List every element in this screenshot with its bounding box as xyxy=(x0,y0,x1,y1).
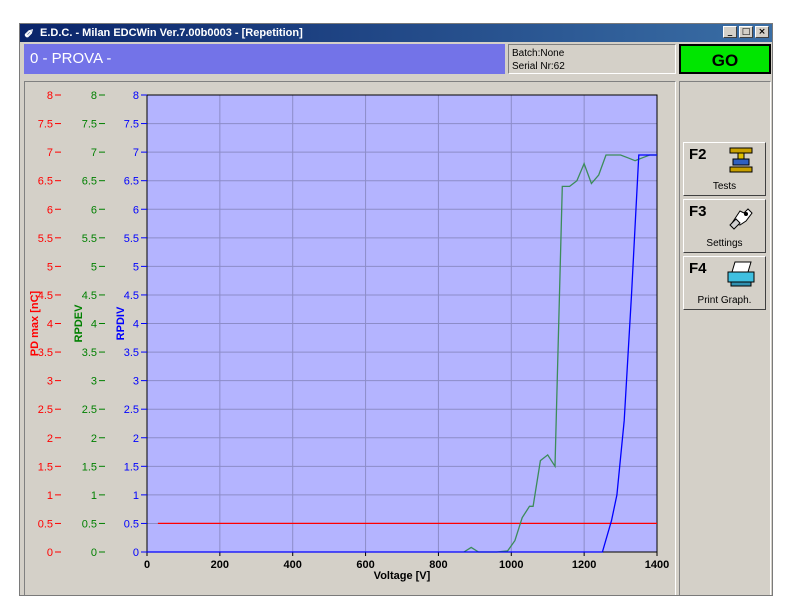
y-tick-label: 8 xyxy=(133,90,139,102)
y-tick-label: 6 xyxy=(133,204,139,216)
x-tick-label: 1200 xyxy=(572,559,596,571)
y-tick-label: 7.5 xyxy=(82,119,97,131)
x-tick-label: 400 xyxy=(284,559,302,571)
f4-print-graph-button[interactable]: F4 Print Graph. xyxy=(683,256,766,310)
f2-key-label: F2 xyxy=(689,146,707,163)
y-tick-label: 3.5 xyxy=(82,347,97,359)
y-tick-label: 4 xyxy=(91,319,97,331)
y-tick-label: 6 xyxy=(47,204,53,216)
y-tick-label: 7 xyxy=(91,147,97,159)
y-tick-label: 6.5 xyxy=(124,176,139,188)
window-controls: _ □ × xyxy=(721,26,769,40)
y-tick-label: 3.5 xyxy=(124,347,139,359)
close-button[interactable]: × xyxy=(755,26,769,38)
test-stand-icon xyxy=(729,147,753,173)
f3-caption: Settings xyxy=(706,238,743,249)
y-tick-label: 5.5 xyxy=(38,233,53,245)
y-tick-label: 0.5 xyxy=(82,518,97,530)
printer-icon xyxy=(727,261,755,287)
x-tick-label: 0 xyxy=(144,559,150,571)
y-tick-label: 0.5 xyxy=(124,518,139,530)
y-tick-label: 2.5 xyxy=(38,404,53,416)
y-tick-label: 6.5 xyxy=(82,176,97,188)
maximize-button[interactable]: □ xyxy=(739,26,753,38)
y-tick-label: 3 xyxy=(91,376,97,388)
y-tick-label: 7 xyxy=(133,147,139,159)
y-tick-label: 3 xyxy=(133,376,139,388)
f3-settings-button[interactable]: F3 Settings xyxy=(683,199,766,253)
y-tick-label: 4.5 xyxy=(82,290,97,302)
f4-caption: Print Graph. xyxy=(697,295,752,306)
window-title: E.D.C. - Milan EDCWin Ver.7.00b0003 - [R… xyxy=(40,27,303,39)
y-tick-label: 1.5 xyxy=(124,461,139,473)
y-tick-label: 7.5 xyxy=(124,119,139,131)
y-tick-label: 2 xyxy=(133,433,139,445)
y-tick-label: 5.5 xyxy=(82,233,97,245)
y-tick-label: 1 xyxy=(47,490,53,502)
y-axis-label: PD max [nC] xyxy=(29,290,41,356)
x-tick-label: 1000 xyxy=(499,559,523,571)
f2-caption: Tests xyxy=(712,181,737,192)
x-tick-label: 200 xyxy=(211,559,229,571)
y-tick-label: 0 xyxy=(47,547,53,559)
y-tick-label: 2.5 xyxy=(82,404,97,416)
y-tick-label: 1 xyxy=(133,490,139,502)
status-badge: GO xyxy=(679,44,771,74)
y-tick-label: 5.5 xyxy=(124,233,139,245)
y-tick-label: 5 xyxy=(47,261,53,273)
minimize-button[interactable]: _ xyxy=(723,26,737,38)
function-panel: F2 Tests F3 Settings F4 Print Graph. xyxy=(679,81,771,595)
y-tick-label: 0 xyxy=(91,547,97,559)
app-icon: ✐ xyxy=(24,27,35,41)
y-tick-label: 1 xyxy=(91,490,97,502)
x-axis-label: Voltage [V] xyxy=(374,570,431,582)
y-tick-label: 4 xyxy=(47,319,53,331)
title-bar[interactable]: ✐ E.D.C. - Milan EDCWin Ver.7.00b0003 - … xyxy=(20,24,772,42)
x-tick-label: 600 xyxy=(356,559,374,571)
y-tick-label: 8 xyxy=(47,90,53,102)
y-tick-label: 5 xyxy=(91,261,97,273)
y-tick-label: 5 xyxy=(133,261,139,273)
chart-panel: 0 200 400 600 800 1000 1200 1400 Voltage [V] 0 0.5… xyxy=(24,81,676,595)
y-tick-label: 0 xyxy=(133,547,139,559)
y-tick-label: 2.5 xyxy=(124,404,139,416)
y-tick-label: 3 xyxy=(47,376,53,388)
serial-label: Serial Nr:62 xyxy=(512,61,565,72)
y-tick-label: 7.5 xyxy=(38,119,53,131)
f4-key-label: F4 xyxy=(689,260,707,277)
y-tick-label: 7 xyxy=(47,147,53,159)
app-window: ✐ E.D.C. - Milan EDCWin Ver.7.00b0003 - … xyxy=(19,23,773,596)
y-tick-label: 2 xyxy=(91,433,97,445)
y-tick-label: 8 xyxy=(91,90,97,102)
f3-key-label: F3 xyxy=(689,203,707,220)
x-tick-label: 800 xyxy=(429,559,447,571)
y-axis-label: RPDIV xyxy=(115,306,127,340)
y-tick-label: 1.5 xyxy=(82,461,97,473)
f2-tests-button[interactable]: F2 Tests xyxy=(683,142,766,196)
y-tick-label: 0.5 xyxy=(38,518,53,530)
y-tick-label: 4 xyxy=(133,319,139,331)
batch-info: Batch:None Serial Nr:62 xyxy=(508,44,676,74)
voltage-chart: 0 200 400 600 800 1000 1200 1400Voltage [V]00.5… xyxy=(29,90,669,582)
y-tick-label: 1.5 xyxy=(38,461,53,473)
batch-label: Batch:None xyxy=(512,48,565,59)
settings-hand-icon xyxy=(729,208,753,230)
y-tick-label: 2 xyxy=(47,433,53,445)
x-tick-label: 1400 xyxy=(645,559,669,571)
y-axis-label: RPDEV xyxy=(73,304,85,343)
y-tick-label: 4.5 xyxy=(124,290,139,302)
test-name-bar: 0 - PROVA - xyxy=(24,44,505,74)
y-tick-label: 6 xyxy=(91,204,97,216)
y-tick-label: 6.5 xyxy=(38,176,53,188)
